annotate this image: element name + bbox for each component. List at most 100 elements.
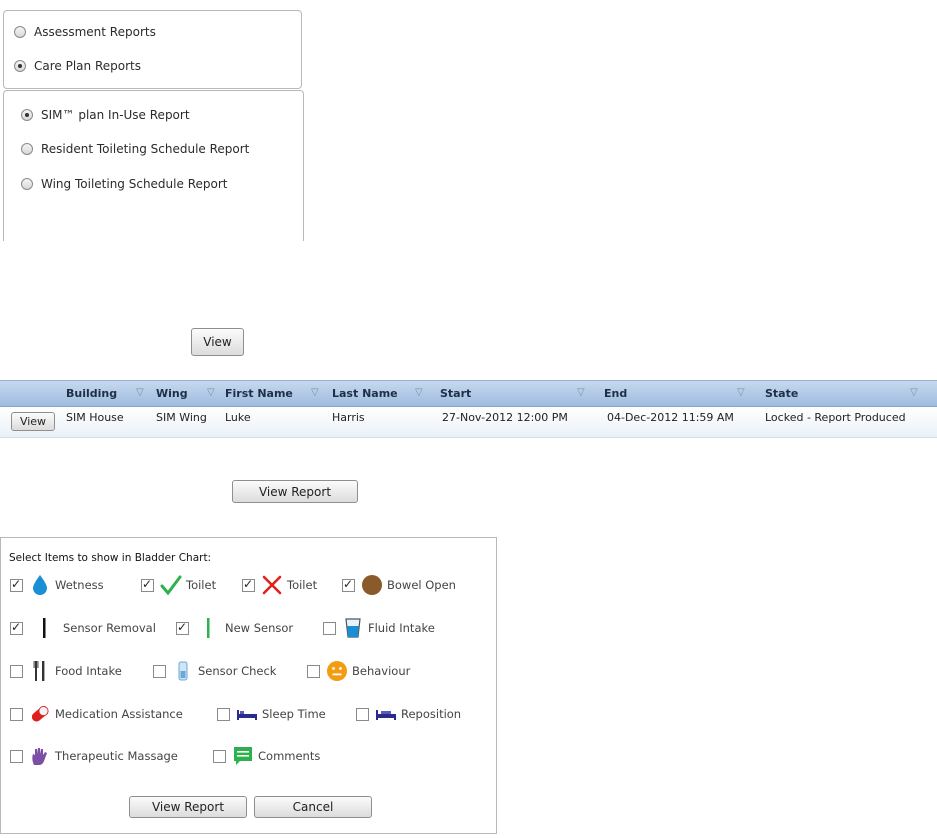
- sensor-icon: [172, 660, 194, 682]
- hand-icon: [29, 745, 51, 767]
- report-grid: Building ▽ Wing ▽ First Name ▽ Last Name…: [0, 380, 937, 438]
- item-label: Bowel Open: [387, 578, 456, 592]
- radio-button[interactable]: [21, 143, 33, 155]
- filter-icon[interactable]: ▽: [910, 388, 918, 398]
- filter-icon[interactable]: ▽: [737, 388, 745, 398]
- checkbox[interactable]: [342, 577, 355, 592]
- item-toilet-fail[interactable]: Toilet: [242, 574, 317, 596]
- cell-end: 04-Dec-2012 11:59 AM: [607, 411, 734, 424]
- red-cross-icon: [261, 574, 283, 596]
- checkbox[interactable]: [213, 749, 226, 763]
- filter-icon[interactable]: ▽: [207, 388, 215, 398]
- item-label: Medication Assistance: [55, 707, 183, 721]
- checkbox[interactable]: [307, 664, 320, 678]
- item-bowel-open[interactable]: Bowel Open: [342, 574, 456, 596]
- dialog-cancel-button[interactable]: Cancel: [254, 796, 372, 818]
- cell-first-name: Luke: [225, 411, 251, 424]
- radio-wing-toileting-schedule-report[interactable]: Wing Toileting Schedule Report: [21, 177, 227, 191]
- checkbox[interactable]: [217, 707, 230, 721]
- item-therapeutic-massage[interactable]: Therapeutic Massage: [10, 745, 178, 767]
- checkbox[interactable]: [10, 577, 23, 592]
- radio-care-plan-reports[interactable]: Care Plan Reports: [14, 59, 141, 73]
- checkbox[interactable]: [141, 577, 154, 592]
- item-sensor-removal[interactable]: Sensor Removal: [10, 617, 156, 639]
- radio-button[interactable]: [21, 109, 33, 121]
- bed-icon: [236, 703, 258, 725]
- cell-start: 27-Nov-2012 12:00 PM: [442, 411, 568, 424]
- checkbox[interactable]: [323, 621, 336, 635]
- radio-label: Wing Toileting Schedule Report: [41, 177, 228, 191]
- item-label: Wetness: [55, 578, 104, 592]
- item-food-intake[interactable]: Food Intake: [10, 660, 122, 682]
- view-button[interactable]: View: [191, 328, 244, 356]
- cell-last-name: Harris: [332, 411, 365, 424]
- green-check-icon: [160, 574, 182, 596]
- column-header-start[interactable]: Start: [436, 381, 471, 406]
- column-header-wing[interactable]: Wing: [152, 381, 188, 406]
- item-medication-assistance[interactable]: Medication Assistance: [10, 703, 183, 725]
- radio-button[interactable]: [14, 60, 26, 72]
- brown-circle-icon: [361, 574, 383, 596]
- view-report-button[interactable]: View Report: [232, 480, 358, 503]
- item-label: Toilet: [287, 578, 318, 592]
- cell-state: Locked - Report Produced: [765, 411, 906, 424]
- table-row[interactable]: View SIM House SIM Wing Luke Harris 27-N…: [0, 407, 937, 438]
- checkbox[interactable]: [10, 620, 23, 635]
- radio-resident-toileting-schedule-report[interactable]: Resident Toileting Schedule Report: [21, 142, 249, 156]
- reposition-bed-icon: [375, 703, 397, 725]
- radio-label: Resident Toileting Schedule Report: [41, 142, 250, 156]
- item-label: Sensor Check: [198, 664, 277, 678]
- checkbox[interactable]: [356, 707, 369, 721]
- checkbox[interactable]: [153, 664, 166, 678]
- item-label: Food Intake: [55, 664, 122, 678]
- cell-building: SIM House: [66, 411, 124, 424]
- filter-icon[interactable]: ▽: [136, 388, 144, 398]
- checkbox[interactable]: [242, 577, 255, 592]
- item-behaviour[interactable]: Behaviour: [307, 660, 410, 682]
- radio-assessment-reports[interactable]: Assessment Reports: [14, 25, 156, 39]
- item-label: Sleep Time: [262, 707, 326, 721]
- item-label: Therapeutic Massage: [55, 749, 178, 763]
- radio-button[interactable]: [21, 178, 33, 190]
- dialog-view-report-button[interactable]: View Report: [129, 796, 247, 818]
- row-view-button[interactable]: View: [11, 412, 55, 431]
- report-category-panel: Assessment Reports Care Plan Reports: [3, 10, 302, 89]
- radio-button[interactable]: [14, 26, 26, 38]
- item-comments[interactable]: Comments: [213, 745, 320, 767]
- report-type-panel: SIM™ plan In-Use Report Resident Toileti…: [3, 90, 304, 241]
- checkbox[interactable]: [10, 749, 23, 763]
- filter-icon[interactable]: ▽: [311, 388, 319, 398]
- column-header-first-name[interactable]: First Name: [221, 381, 293, 406]
- checkbox[interactable]: [176, 620, 189, 635]
- grid-header: Building ▽ Wing ▽ First Name ▽ Last Name…: [0, 381, 937, 407]
- checkbox[interactable]: [10, 664, 23, 678]
- water-drop-icon: [29, 574, 51, 596]
- radio-label: Assessment Reports: [34, 25, 156, 39]
- filter-icon[interactable]: ▽: [415, 388, 423, 398]
- cutlery-icon: [29, 660, 51, 682]
- checkbox[interactable]: [10, 707, 23, 721]
- item-wetness[interactable]: Wetness: [10, 574, 104, 596]
- item-label: Comments: [258, 749, 321, 763]
- cell-wing: SIM Wing: [156, 411, 207, 424]
- column-header-last-name[interactable]: Last Name: [328, 381, 398, 406]
- smiley-icon: [326, 660, 348, 682]
- item-label: Reposition: [401, 707, 462, 721]
- filter-icon[interactable]: ▽: [577, 388, 585, 398]
- item-new-sensor[interactable]: New Sensor: [176, 617, 293, 639]
- item-label: Fluid Intake: [368, 621, 435, 635]
- item-label: Toilet: [186, 578, 217, 592]
- item-fluid-intake[interactable]: Fluid Intake: [323, 617, 435, 639]
- radio-sim-plan-in-use-report[interactable]: SIM™ plan In-Use Report: [21, 108, 190, 122]
- column-header-state[interactable]: State: [761, 381, 798, 406]
- item-sleep-time[interactable]: Sleep Time: [217, 703, 326, 725]
- column-header-end[interactable]: End: [600, 381, 627, 406]
- item-toilet-success[interactable]: Toilet: [141, 574, 216, 596]
- pill-icon: [29, 703, 51, 725]
- bladder-chart-items-dialog: Select Items to show in Bladder Chart: W…: [0, 537, 497, 834]
- item-reposition[interactable]: Reposition: [356, 703, 461, 725]
- dialog-title: Select Items to show in Bladder Chart:: [9, 552, 212, 564]
- speech-bubble-icon: [232, 745, 254, 767]
- item-sensor-check[interactable]: Sensor Check: [153, 660, 276, 682]
- column-header-building[interactable]: Building: [62, 381, 117, 406]
